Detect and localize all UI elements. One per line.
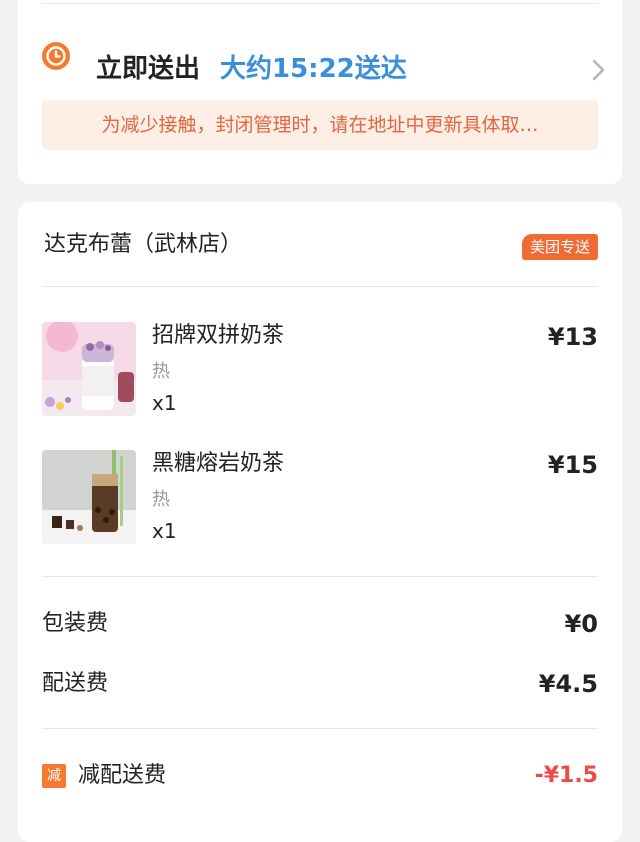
clock-icon bbox=[42, 42, 70, 70]
product-image bbox=[42, 450, 136, 544]
divider bbox=[42, 3, 598, 4]
discount-value: -¥1.5 bbox=[534, 763, 598, 788]
divider bbox=[42, 728, 598, 729]
item-price: ¥13 bbox=[547, 323, 598, 351]
item-spec: 热 bbox=[152, 361, 170, 382]
product-image bbox=[42, 322, 136, 416]
divider bbox=[42, 286, 598, 287]
chevron-right-icon[interactable] bbox=[586, 58, 610, 82]
discount-label: 减配送费 bbox=[78, 763, 167, 788]
shop-name[interactable]: 达克布蕾（武林店） bbox=[44, 230, 242, 260]
packing-fee-value: ¥0 bbox=[564, 610, 598, 638]
delivery-fee-row: 配送费 ¥4.5 bbox=[42, 668, 598, 700]
order-item: 招牌双拼奶茶 热 x1 ¥13 bbox=[42, 322, 598, 422]
delivery-fee-value: ¥4.5 bbox=[538, 670, 598, 698]
item-name[interactable]: 招牌双拼奶茶 bbox=[152, 322, 284, 350]
packing-fee-row: 包装费 ¥0 bbox=[42, 608, 598, 640]
packing-fee-label: 包装费 bbox=[42, 611, 109, 636]
divider bbox=[42, 576, 598, 577]
item-name[interactable]: 黑糖熔岩奶茶 bbox=[152, 450, 284, 478]
delivery-fee-label: 配送费 bbox=[42, 671, 109, 696]
discount-icon: 减 bbox=[42, 764, 66, 788]
item-qty: x1 bbox=[152, 519, 177, 543]
item-spec: 热 bbox=[152, 489, 170, 510]
item-price: ¥15 bbox=[547, 451, 598, 479]
delivery-eta[interactable]: 大约15:22送达 bbox=[220, 52, 407, 86]
delivery-card: 立即送出 大约15:22送达 为减少接触，封闭管理时，请在地址中更新具体取… bbox=[18, 0, 622, 184]
item-qty: x1 bbox=[152, 391, 177, 415]
discount-row: 减 减配送费 -¥1.5 bbox=[42, 760, 598, 792]
order-card: 达克布蕾（武林店） 美团专送 招牌双拼奶茶 热 x1 ¥13 黑糖熔岩奶茶 热 … bbox=[18, 202, 622, 842]
delivery-badge: 美团专送 bbox=[521, 234, 598, 260]
order-item: 黑糖熔岩奶茶 热 x1 ¥15 bbox=[42, 450, 598, 550]
delivery-time-title[interactable]: 立即送出 bbox=[96, 52, 200, 86]
address-notice[interactable]: 为减少接触，封闭管理时，请在地址中更新具体取… bbox=[42, 100, 598, 150]
